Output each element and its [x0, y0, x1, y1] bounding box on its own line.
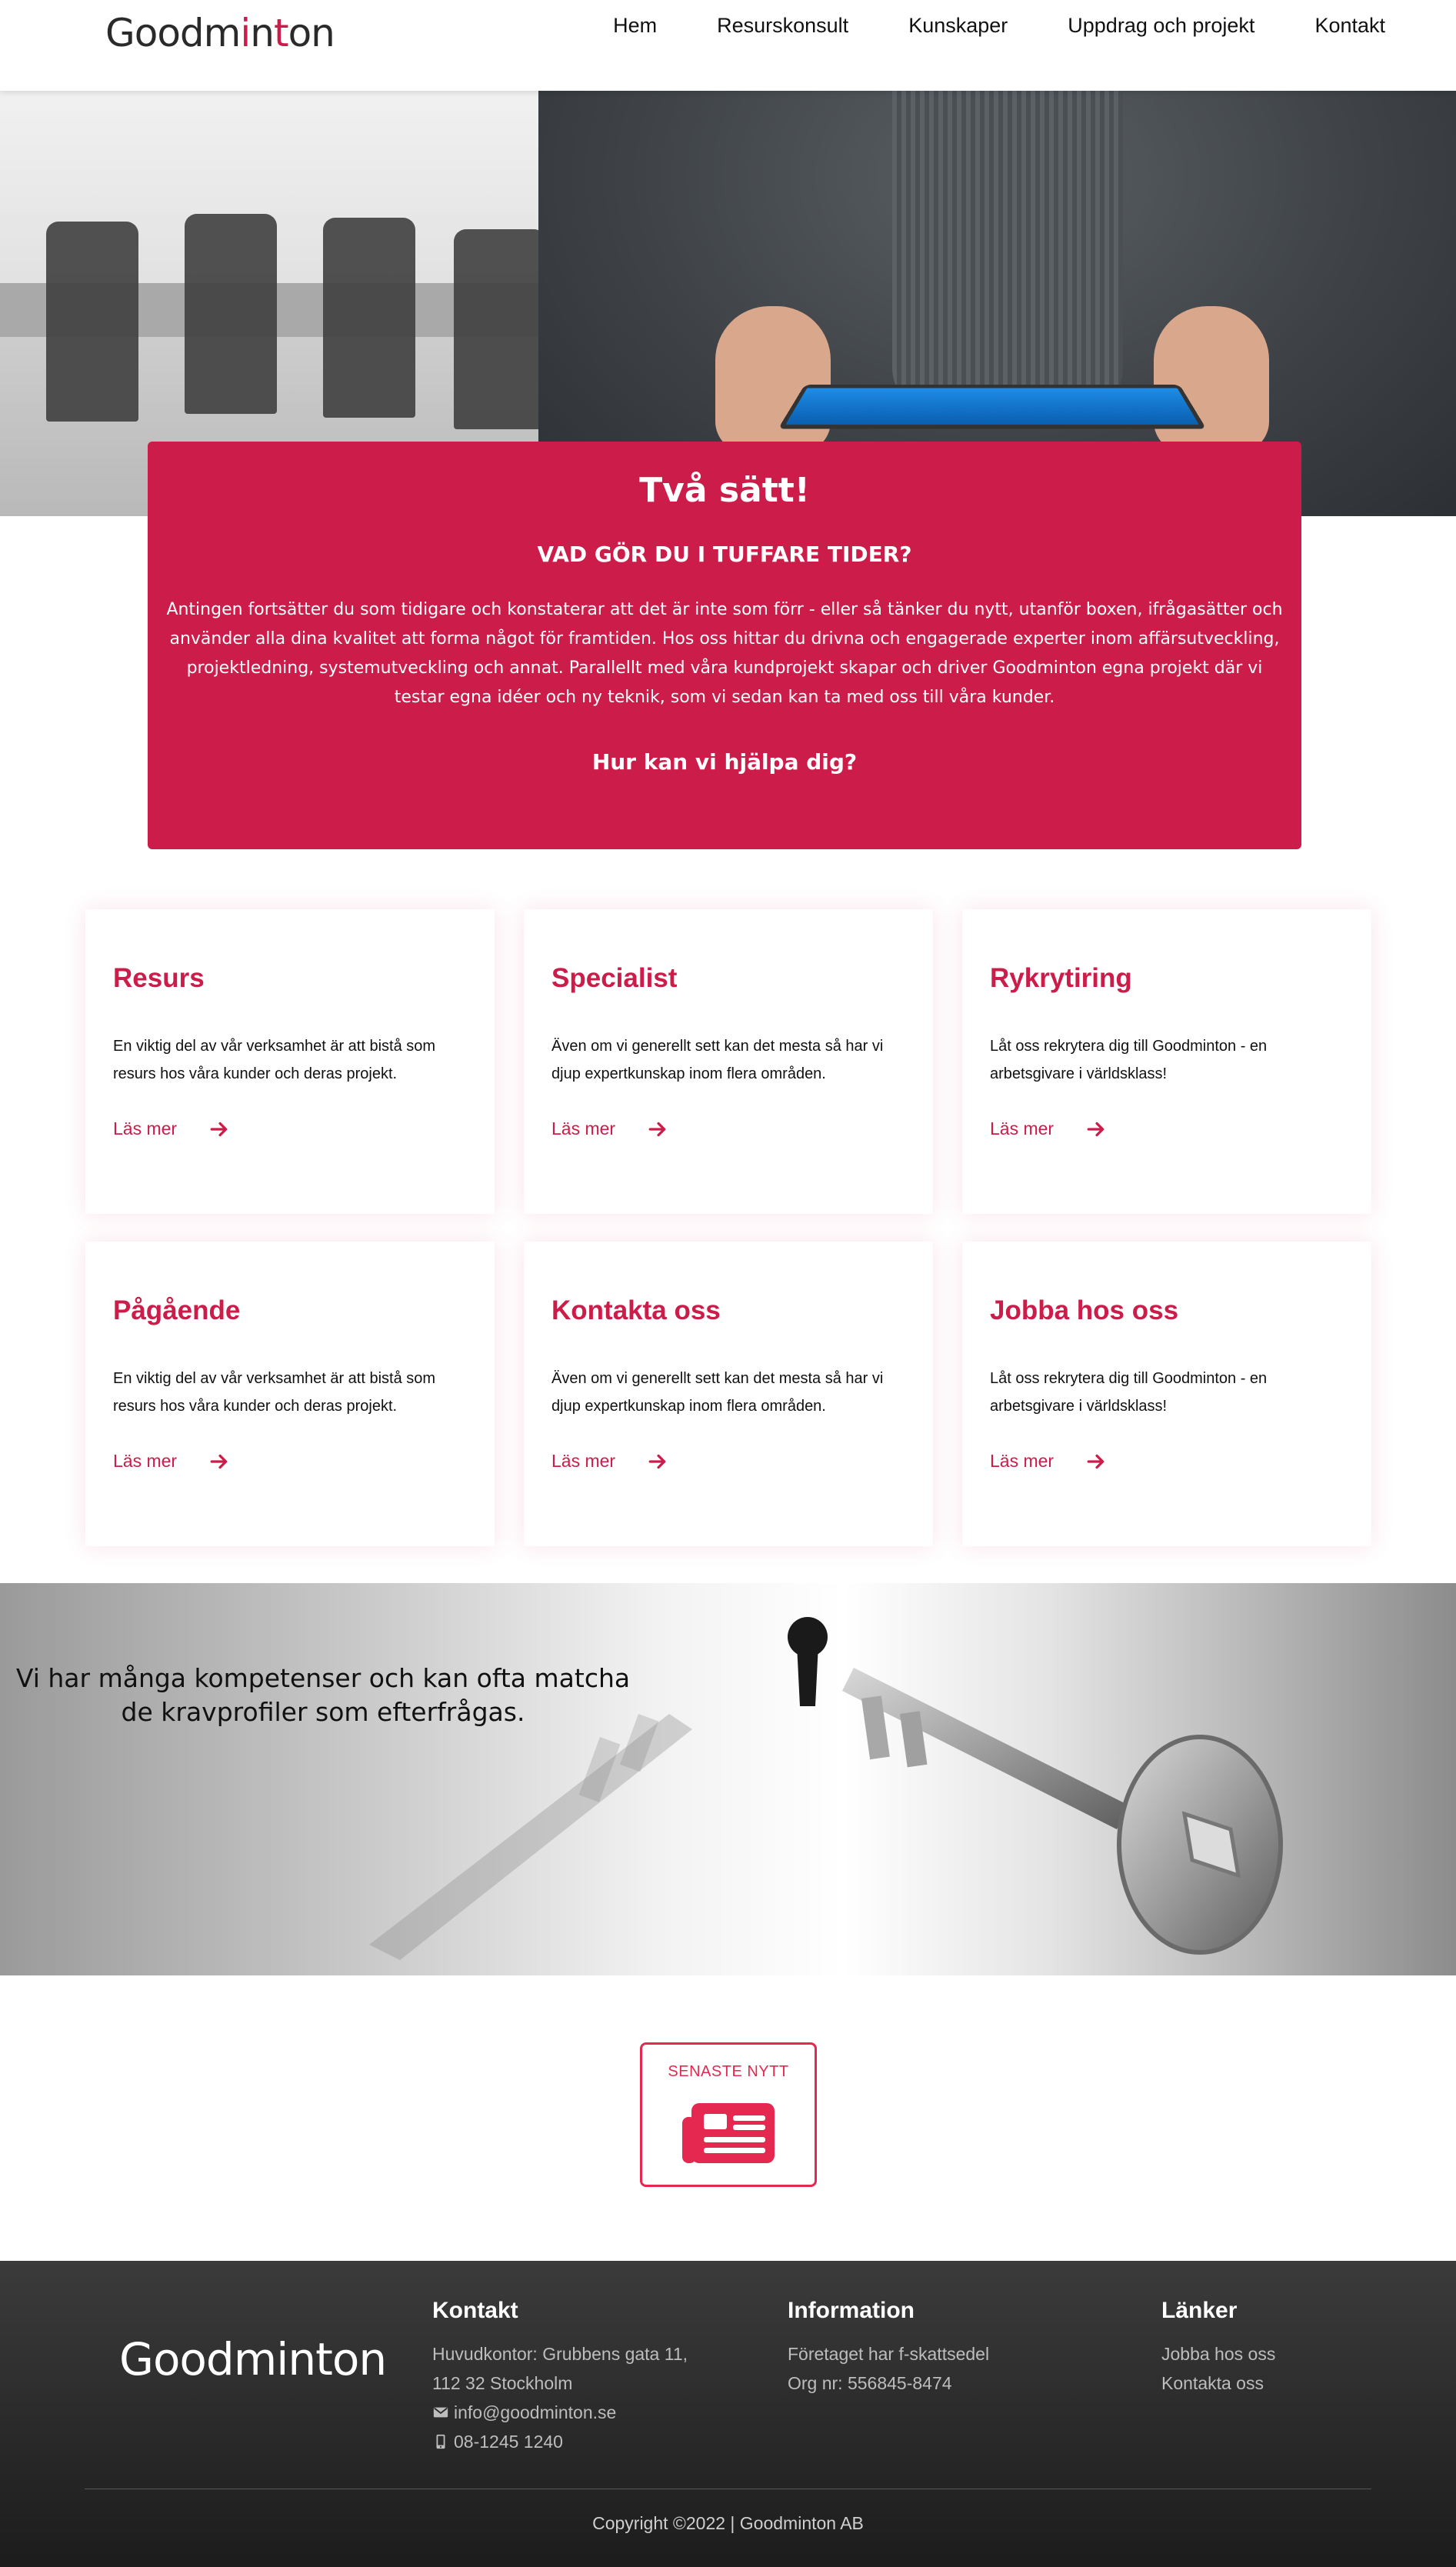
card-title: Pågående — [113, 1295, 241, 1325]
service-card-jobba-hos-oss: Jobba hos oss Låt oss rekrytera dig till… — [962, 1242, 1371, 1546]
read-more-link[interactable]: Läs mer — [113, 1451, 229, 1472]
intro-body: Antingen fortsätter du som tidigare och … — [166, 600, 1283, 707]
service-card-resurs: Resurs En viktig del av vår verksamhet ä… — [85, 909, 495, 1214]
nav-item-uppdrag[interactable]: Uppdrag och projekt — [1068, 14, 1254, 38]
service-card-specialist: Specialist Även om vi generellt sett kan… — [524, 909, 933, 1214]
arrow-right-icon — [1087, 1122, 1104, 1136]
intro-card: Två sätt! VAD GÖR DU I TUFFARE TIDER? An… — [148, 442, 1301, 849]
footer-phone: 08-1245 1240 — [454, 2432, 563, 2452]
read-more-link[interactable]: Läs mer — [990, 1118, 1106, 1139]
card-title: Resurs — [113, 963, 205, 993]
logo-part-accent: i — [240, 11, 251, 55]
read-more-link[interactable]: Läs mer — [113, 1118, 229, 1139]
hero-tablet — [778, 385, 1207, 429]
footer-phone-row: 08-1245 1240 — [432, 2427, 688, 2456]
arrow-right-icon — [648, 1454, 666, 1469]
footer-link-row: Kontakta oss — [1161, 2369, 1275, 2398]
intro-title: Två sätt! — [639, 471, 810, 510]
mobile-phone-icon — [436, 2434, 445, 2449]
footer-logo[interactable]: Goodminton — [119, 2333, 387, 2385]
read-more-link[interactable]: Läs mer — [551, 1451, 668, 1472]
read-more-label: Läs mer — [113, 1118, 178, 1138]
site-footer: Goodminton Kontakt Huvudkontor: Grubbens… — [0, 2261, 1456, 2567]
footer-link-jobba-hos-oss[interactable]: Jobba hos oss — [1161, 2344, 1275, 2364]
read-more-label: Läs mer — [551, 1451, 616, 1471]
service-card-pagaende: Pågående En viktig del av vår verksamhet… — [85, 1242, 495, 1546]
read-more-label: Läs mer — [551, 1118, 616, 1138]
key-banner: Vi har många kompetenser och kan ofta ma… — [0, 1583, 1456, 1975]
arrow-right-icon — [210, 1454, 228, 1469]
copyright-text: Copyright ©2022 | Goodminton AB — [592, 2513, 864, 2533]
main-nav: Hem Resurskonsult Kunskaper Uppdrag och … — [553, 14, 1385, 38]
footer-information: Information Företaget har f-skattsedel O… — [788, 2298, 989, 2398]
read-more-label: Läs mer — [113, 1451, 178, 1471]
intro-question: Hur kan vi hjälpa dig? — [591, 749, 858, 775]
nav-item-kontakt[interactable]: Kontakt — [1314, 14, 1385, 38]
card-description: Även om vi generellt sett kan det mesta … — [551, 1370, 884, 1415]
footer-link-row: Jobba hos oss — [1161, 2339, 1275, 2369]
read-more-label: Läs mer — [990, 1451, 1055, 1471]
site-header: Goodminton Hem Resurskonsult Kunskaper U… — [0, 0, 1456, 91]
footer-heading: Information — [788, 2298, 915, 2323]
arrow-right-icon — [1087, 1454, 1104, 1469]
nav-item-hem[interactable]: Hem — [613, 14, 657, 38]
footer-links: Länker Jobba hos oss Kontakta oss — [1161, 2298, 1275, 2398]
footer-link-kontakta-oss[interactable]: Kontakta oss — [1161, 2373, 1264, 2393]
card-title: Specialist — [551, 963, 678, 993]
hero-chair — [46, 222, 138, 422]
footer-heading: Länker — [1161, 2298, 1238, 2323]
footer-info-line: Org nr: 556845-8474 — [788, 2373, 952, 2393]
footer-heading: Kontakt — [432, 2298, 518, 2323]
logo-part: n — [250, 11, 275, 55]
intro-subtitle: VAD GÖR DU I TUFFARE TIDER? — [537, 542, 912, 567]
hero-chair — [185, 214, 277, 414]
hero-chair — [323, 218, 415, 418]
site-logo[interactable]: Goodminton — [105, 11, 335, 55]
footer-email-row: info@goodminton.se — [432, 2398, 688, 2427]
card-description: En viktig del av vår verksamhet är att b… — [113, 1370, 436, 1415]
footer-info-line: Företaget har f-skattsedel — [788, 2344, 990, 2364]
hero-shirt — [892, 91, 1123, 414]
footer-email-link[interactable]: info@goodminton.se — [454, 2402, 616, 2422]
logo-part: on — [288, 11, 335, 55]
read-more-link[interactable]: Läs mer — [551, 1118, 668, 1139]
banner-text: Vi har många kompetenser och kan ofta ma… — [15, 1663, 631, 1727]
newspaper-icon — [682, 2103, 775, 2163]
nav-item-kunskaper[interactable]: Kunskaper — [908, 14, 1008, 38]
card-title: Jobba hos oss — [990, 1295, 1179, 1325]
latest-news-button[interactable]: SENASTE NYTT — [640, 2042, 817, 2187]
read-more-link[interactable]: Läs mer — [990, 1451, 1106, 1472]
latest-news-label: SENASTE NYTT — [668, 2063, 789, 2080]
envelope-icon — [433, 2407, 448, 2418]
card-description: Låt oss rekrytera dig till Goodminton - … — [990, 1038, 1268, 1082]
nav-item-resurskonsult[interactable]: Resurskonsult — [717, 14, 848, 38]
card-title: Kontakta oss — [551, 1295, 721, 1325]
footer-contact: Kontakt Huvudkontor: Grubbens gata 11, 1… — [432, 2298, 688, 2456]
hero-chair — [454, 229, 546, 429]
hero-hand — [1154, 306, 1269, 452]
read-more-label: Läs mer — [990, 1118, 1055, 1138]
service-card-kontakta-oss: Kontakta oss Även om vi generellt sett k… — [524, 1242, 933, 1546]
arrow-right-icon — [210, 1122, 228, 1136]
card-title: Rykrytiring — [990, 963, 1132, 993]
card-description: En viktig del av vår verksamhet är att b… — [113, 1038, 436, 1082]
card-description: Även om vi generellt sett kan det mesta … — [551, 1038, 884, 1082]
service-card-rekrytering: Rykrytiring Låt oss rekrytera dig till G… — [962, 909, 1371, 1214]
card-description: Låt oss rekrytera dig till Goodminton - … — [990, 1370, 1268, 1415]
logo-part: Goodm — [105, 11, 241, 55]
arrow-right-icon — [648, 1122, 666, 1136]
footer-address-line: Huvudkontor: Grubbens gata 11, — [432, 2344, 688, 2364]
hero-hand — [715, 306, 831, 452]
logo-part-accent: t — [273, 11, 289, 55]
footer-address-line: 112 32 Stockholm — [432, 2373, 573, 2393]
key-illustration — [369, 1617, 1283, 1960]
